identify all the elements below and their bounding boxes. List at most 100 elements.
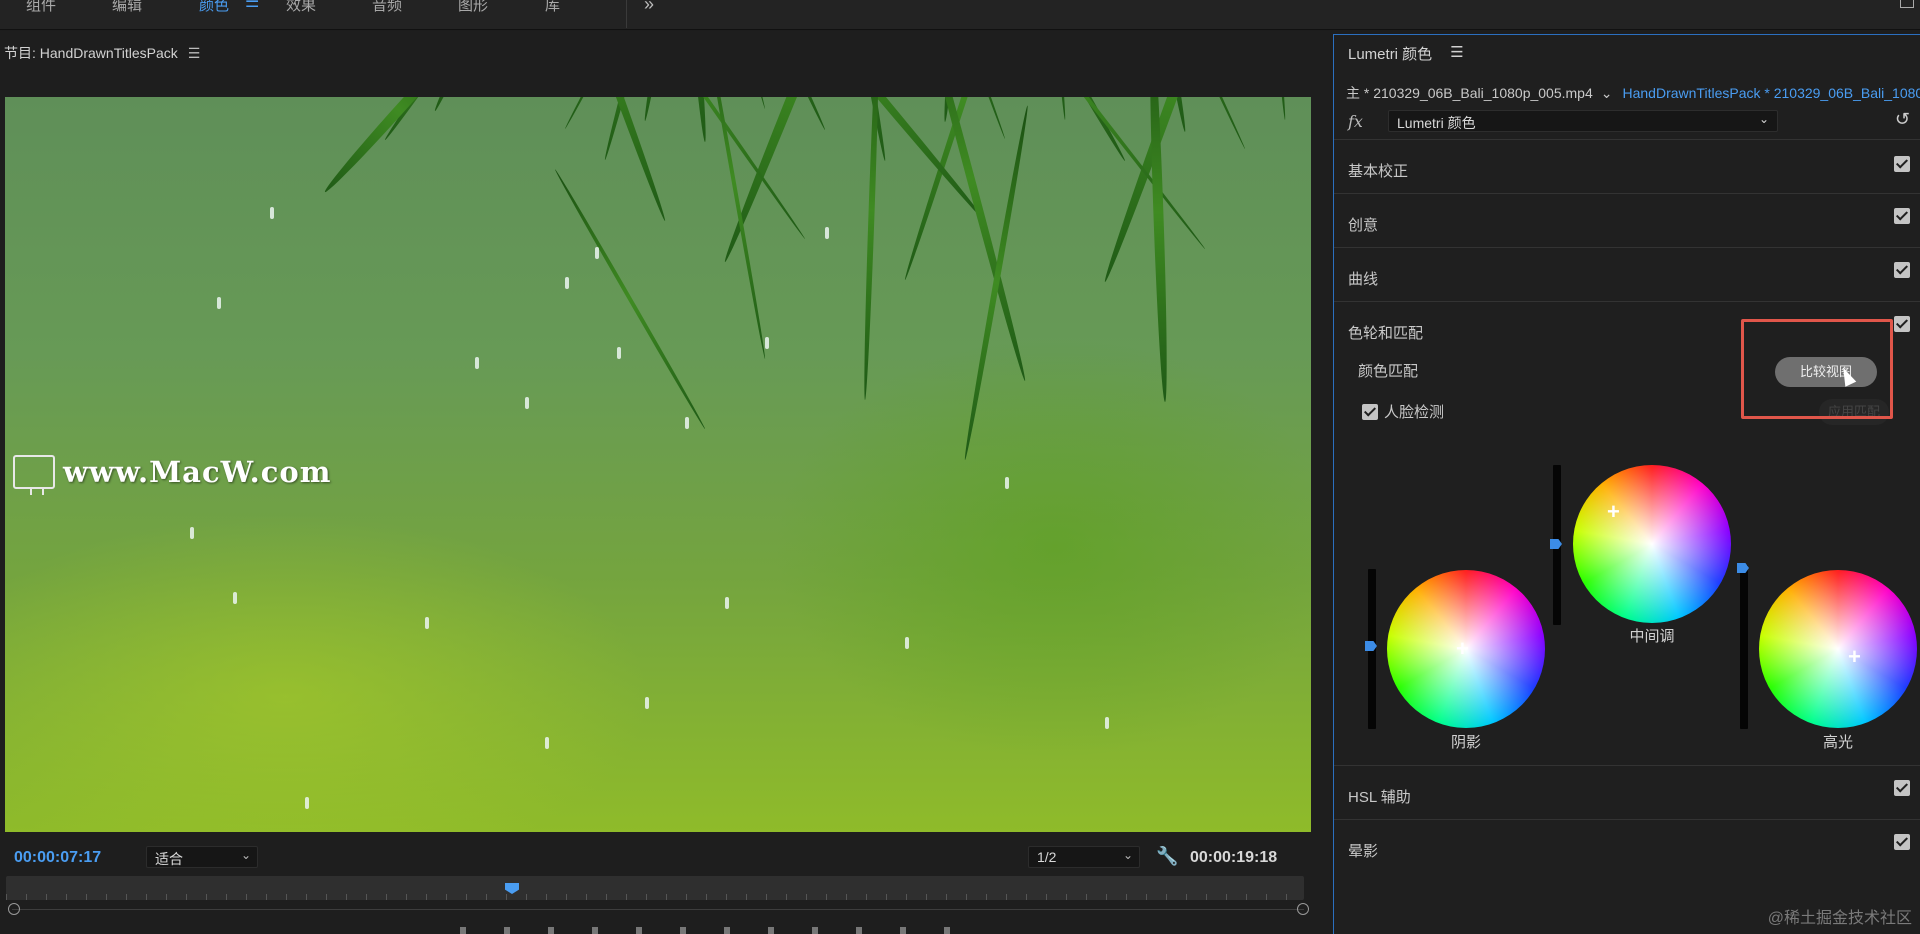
rain-drop [217,297,221,309]
rain-drop [565,277,569,289]
rain-drop [595,247,599,259]
rain-drop [617,347,621,359]
fx-icon[interactable]: fx [1348,112,1363,131]
bamboo-leaf [962,104,1031,461]
video-frame[interactable]: www.MacW.com [5,97,1311,832]
effect-value: Lumetri 颜色 [1397,115,1476,131]
bamboo-leaf [553,168,707,430]
section-hsl-secondary[interactable]: HSL 辅助 [1334,765,1920,819]
highlights-slider[interactable] [1737,563,1749,729]
section-enable-checkbox[interactable] [1894,262,1910,278]
hamburger-icon[interactable]: ☰ [1450,43,1463,64]
chevron-down-icon[interactable]: ⌄ [1601,85,1613,101]
section-enable-checkbox[interactable] [1894,316,1910,332]
scrubber-ticks [6,894,1304,900]
section-title[interactable]: 色轮和匹配 [1348,322,1423,343]
shadows-color-wheel[interactable]: + [1387,570,1545,728]
wheel-crosshair-icon[interactable]: + [1607,501,1620,523]
master-clip[interactable]: 主 * 210329_06B_Bali_1080p_005.mp4 [1346,85,1593,101]
monitor-controls: 00:00:07:17 适合 ⌄ 1/2 ⌄ 🔧 00:00:19:18 [0,843,1310,873]
rain-drop [270,207,274,219]
zoom-scroll-end-handle[interactable] [1297,903,1309,915]
bamboo-leaf [1023,97,1247,150]
reset-icon[interactable]: ↺ [1895,109,1910,130]
workspace-tab-assembly[interactable]: 组件 [26,0,56,15]
face-detection-row[interactable]: 人脸检测 [1362,401,1444,422]
section-title: 曲线 [1348,271,1379,288]
rain-drop [645,697,649,709]
workspace-more-icon[interactable]: » [644,0,654,15]
workspace-tab-audio[interactable]: 音频 [372,0,402,15]
rain-drop [825,227,829,239]
workspace-tab-color[interactable]: 颜色 [199,0,229,15]
face-detection-label: 人脸检测 [1384,404,1445,421]
wheel-crosshair-icon[interactable]: + [1848,646,1861,668]
zoom-scroll-track[interactable] [12,909,1304,910]
section-title: HSL 辅助 [1348,789,1411,806]
playhead[interactable] [505,883,519,894]
timeline-scrubber[interactable] [6,876,1304,900]
section-curves[interactable]: 曲线 [1334,247,1920,301]
rain-drop [765,337,769,349]
zoom-select[interactable]: 适合 ⌄ [146,846,258,868]
rain-drop [1005,477,1009,489]
rain-drop [525,397,529,409]
bamboo-leaf [659,97,710,143]
section-enable-checkbox[interactable] [1894,780,1910,796]
section-title: 基本校正 [1348,163,1409,180]
section-enable-checkbox[interactable] [1894,834,1910,850]
zoom-value: 适合 [155,851,183,867]
lumetri-title[interactable]: Lumetri 颜色 [1348,43,1432,64]
workspace-menu-icon[interactable]: ☰ [245,0,259,12]
transport-controls[interactable] [460,927,980,934]
workspace-tab-graphics[interactable]: 图形 [458,0,488,15]
highlights-label: 高光 [1822,734,1853,751]
effect-select[interactable]: Lumetri 颜色 ⌄ [1388,110,1778,132]
lumetri-header: Lumetri 颜色 ☰ [1348,43,1464,64]
section-enable-checkbox[interactable] [1894,156,1910,172]
bamboo-leaf [832,97,1007,140]
zoom-scroll-start-handle[interactable] [8,903,20,915]
program-monitor: 节目: HandDrawnTitlesPack ☰ www.MacW.com 0… [0,31,1330,934]
bamboo-leaf [912,97,1029,383]
rain-drop [190,527,194,539]
workspace-tab-effects[interactable]: 效果 [286,0,316,15]
rain-drop [305,797,309,809]
hamburger-icon[interactable]: ☰ [188,45,201,62]
watermark-text: www.MacW.com [63,455,332,489]
program-header: 节目: HandDrawnTitlesPack ☰ [4,43,200,63]
midtones-slider-knob[interactable] [1550,539,1562,549]
program-title[interactable]: 节目: HandDrawnTitlesPack [4,43,178,63]
midtones-color-wheel[interactable]: + [1573,465,1731,623]
workspace-tab-libraries[interactable]: 库 [545,0,560,15]
section-vignette[interactable]: 晕影 [1334,819,1920,873]
section-enable-checkbox[interactable] [1894,208,1910,224]
rain-drop [725,597,729,609]
duration-timecode: 00:00:19:18 [1190,849,1278,866]
highlights-slider-knob[interactable] [1737,563,1749,573]
window-corner-icon[interactable] [1900,0,1914,8]
face-detection-checkbox[interactable] [1362,403,1378,420]
wrench-icon[interactable]: 🔧 [1156,846,1178,867]
chevron-down-icon: ⌄ [1122,848,1133,862]
wheel-crosshair-icon[interactable]: + [1456,638,1469,660]
section-basic-correction[interactable]: 基本校正 [1334,139,1920,193]
sequence-clip[interactable]: HandDrawnTitlesPack * 210329_06B_Bali_10… [1623,85,1920,101]
color-match-label: 颜色匹配 [1358,363,1419,380]
section-title: 创意 [1348,217,1379,234]
bamboo-leaf [1100,97,1261,284]
section-creative[interactable]: 创意 [1334,193,1920,247]
resolution-value: 1/2 [1037,849,1057,865]
midtones-slider[interactable] [1550,465,1562,625]
current-timecode[interactable]: 00:00:07:17 [14,849,101,867]
rain-drop [233,592,237,604]
rain-drop [425,617,429,629]
shadows-slider[interactable] [1365,569,1377,729]
workspace-tab-editing[interactable]: 编辑 [112,0,142,15]
resolution-select[interactable]: 1/2 ⌄ [1028,846,1140,868]
highlights-color-wheel[interactable]: + [1759,570,1917,728]
highlight-annotation [1741,319,1893,419]
clip-selector: 主 * 210329_06B_Bali_1080p_005.mp4 ⌄ HandDr… [1346,83,1920,103]
rain-drop [545,737,549,749]
shadows-slider-knob[interactable] [1365,641,1377,651]
